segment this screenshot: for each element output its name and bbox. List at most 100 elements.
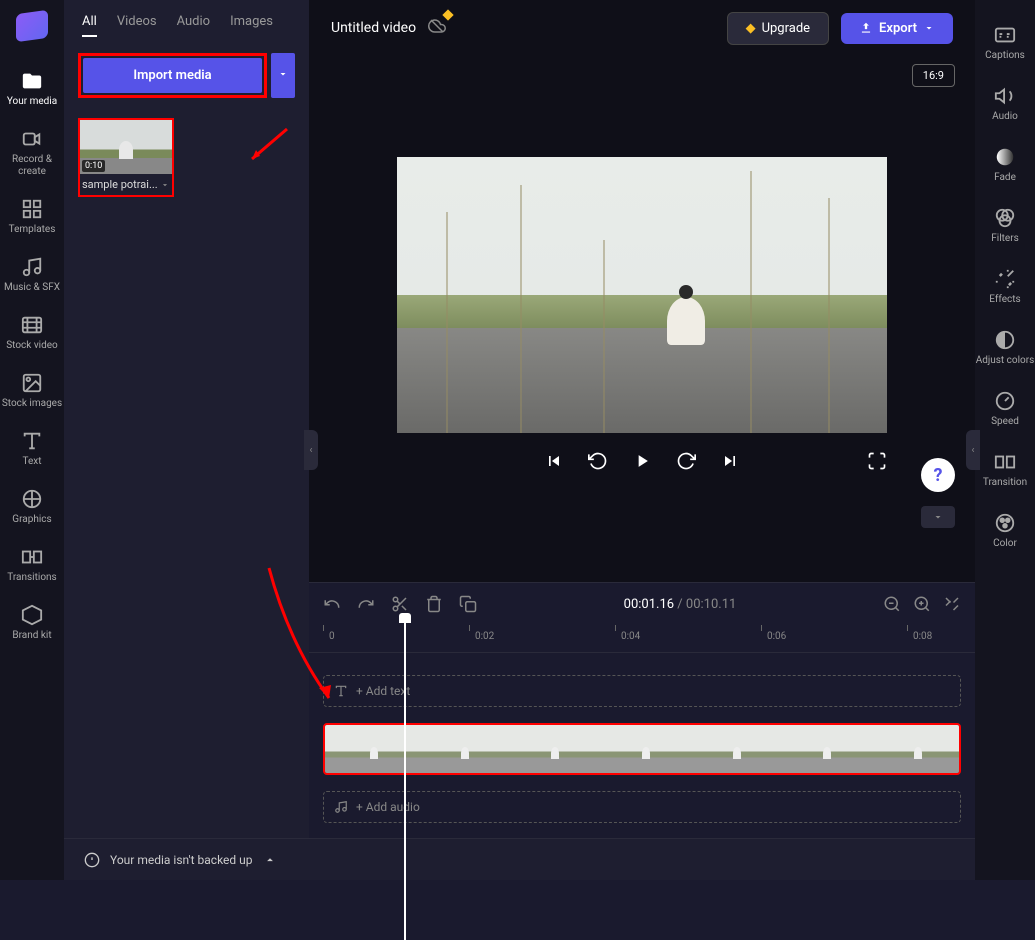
import-dropdown-button[interactable] bbox=[271, 53, 295, 98]
collapse-left-panel-button[interactable]: ‹ bbox=[304, 430, 318, 470]
brand-icon bbox=[21, 604, 43, 626]
zoom-out-icon[interactable] bbox=[883, 595, 901, 613]
sidebar-item-text[interactable]: Text bbox=[0, 420, 64, 478]
timeline-panel: 00:01.16 / 00:10.11 0 0:02 0:04 0:06 0:0… bbox=[309, 582, 975, 880]
left-sidebar: Your media Record & create Templates Mus… bbox=[0, 0, 64, 880]
bottom-bar: Your media isn't backed up bbox=[64, 838, 975, 880]
redo-icon[interactable] bbox=[357, 595, 375, 613]
sidebar-label: Stock images bbox=[2, 398, 62, 410]
timeline-time: 00:01.16 / 00:10.11 bbox=[493, 597, 867, 612]
warning-icon bbox=[84, 852, 100, 868]
sidebar-label: Your media bbox=[7, 96, 57, 108]
music-icon bbox=[334, 800, 348, 814]
sidebar-item-graphics[interactable]: Graphics bbox=[0, 478, 64, 536]
upgrade-button[interactable]: ◆ Upgrade bbox=[727, 12, 829, 45]
sidebar-item-stock-images[interactable]: Stock images bbox=[0, 362, 64, 420]
sidebar-label: Text bbox=[22, 456, 41, 468]
right-item-speed[interactable]: Speed bbox=[975, 378, 1035, 439]
media-panel: All Videos Audio Images Import media 0:1… bbox=[64, 0, 309, 880]
export-button[interactable]: Export bbox=[841, 13, 953, 44]
sidebar-label: Transitions bbox=[7, 572, 56, 584]
timeline-ruler[interactable]: 0 0:02 0:04 0:06 0:08 bbox=[309, 625, 975, 653]
chevron-down-icon[interactable] bbox=[160, 180, 170, 190]
sidebar-item-brand-kit[interactable]: Brand kit bbox=[0, 594, 64, 652]
help-button[interactable]: ? bbox=[921, 458, 955, 492]
sidebar-item-stock-video[interactable]: Stock video bbox=[0, 304, 64, 362]
duplicate-icon[interactable] bbox=[459, 595, 477, 613]
undo-icon[interactable] bbox=[323, 595, 341, 613]
top-bar: Untitled video ◆ Upgrade Export bbox=[309, 0, 975, 56]
playhead[interactable] bbox=[404, 621, 406, 940]
video-preview[interactable] bbox=[397, 157, 887, 433]
center-area: Untitled video ◆ Upgrade Export 16:9 bbox=[309, 0, 975, 880]
sidebar-item-your-media[interactable]: Your media bbox=[0, 60, 64, 118]
thumbnail-image: 0:10 bbox=[80, 120, 172, 174]
right-item-transition[interactable]: Transition bbox=[975, 439, 1035, 500]
text-icon bbox=[334, 684, 348, 698]
right-item-effects[interactable]: Effects bbox=[975, 256, 1035, 317]
color-icon bbox=[994, 512, 1016, 534]
film-icon bbox=[21, 314, 43, 336]
chevron-up-icon[interactable] bbox=[263, 853, 277, 867]
sidebar-label: Graphics bbox=[12, 514, 51, 526]
skip-end-icon[interactable] bbox=[720, 451, 740, 471]
forward-icon[interactable] bbox=[676, 451, 696, 471]
right-item-color[interactable]: Color bbox=[975, 500, 1035, 561]
tab-images[interactable]: Images bbox=[230, 14, 273, 37]
delete-icon[interactable] bbox=[425, 595, 443, 613]
image-icon bbox=[21, 372, 43, 394]
chevron-down-icon bbox=[277, 68, 289, 80]
skip-start-icon[interactable] bbox=[544, 451, 564, 471]
right-item-fade[interactable]: Fade bbox=[975, 134, 1035, 195]
media-tabs: All Videos Audio Images bbox=[64, 0, 309, 45]
sidebar-item-record-create[interactable]: Record & create bbox=[0, 118, 64, 188]
import-media-button[interactable]: Import media bbox=[83, 58, 262, 93]
collapse-right-panel-button[interactable]: ‹ bbox=[966, 430, 980, 470]
app-logo bbox=[16, 10, 48, 42]
aspect-ratio-button[interactable]: 16:9 bbox=[912, 64, 955, 87]
audio-track[interactable]: + Add audio bbox=[323, 791, 961, 823]
thumbnail-duration: 0:10 bbox=[82, 160, 105, 172]
folder-icon bbox=[21, 70, 43, 92]
video-track[interactable] bbox=[323, 723, 961, 775]
sidebar-label: Templates bbox=[9, 224, 56, 236]
right-item-filters[interactable]: Filters bbox=[975, 195, 1035, 256]
right-item-audio[interactable]: Audio bbox=[975, 73, 1035, 134]
camera-icon bbox=[21, 128, 43, 150]
cloud-sync-icon[interactable] bbox=[428, 17, 446, 39]
annotation-arrow-icon bbox=[242, 124, 292, 174]
diamond-icon: ◆ bbox=[746, 21, 756, 36]
text-track[interactable]: + Add text bbox=[323, 675, 961, 707]
captions-icon bbox=[994, 24, 1016, 46]
fullscreen-icon[interactable] bbox=[867, 451, 887, 471]
fade-icon bbox=[994, 146, 1016, 168]
effects-icon bbox=[994, 268, 1016, 290]
playback-controls bbox=[397, 433, 887, 489]
project-title[interactable]: Untitled video bbox=[331, 20, 416, 36]
transition-icon bbox=[994, 451, 1016, 473]
audio-icon bbox=[994, 85, 1016, 107]
sidebar-item-music-sfx[interactable]: Music & SFX bbox=[0, 246, 64, 304]
media-thumbnail[interactable]: 0:10 sample potrai... bbox=[78, 118, 174, 197]
rewind-icon[interactable] bbox=[588, 451, 608, 471]
right-item-adjust-colors[interactable]: Adjust colors bbox=[975, 317, 1035, 378]
sidebar-label: Stock video bbox=[6, 340, 58, 352]
play-icon[interactable] bbox=[632, 451, 652, 471]
expand-panel-button[interactable] bbox=[921, 506, 955, 528]
zoom-in-icon[interactable] bbox=[913, 595, 931, 613]
split-icon[interactable] bbox=[391, 595, 409, 613]
fit-icon[interactable] bbox=[943, 595, 961, 613]
tab-all[interactable]: All bbox=[82, 14, 97, 37]
tab-videos[interactable]: Videos bbox=[117, 14, 157, 37]
tab-audio[interactable]: Audio bbox=[177, 14, 210, 37]
preview-area: 16:9 ? bbox=[309, 56, 975, 582]
right-item-captions[interactable]: Captions bbox=[975, 12, 1035, 73]
sidebar-label: Brand kit bbox=[12, 630, 51, 642]
thumbnail-name: sample potrai... bbox=[80, 174, 172, 195]
right-sidebar: Captions Audio Fade Filters Effects Adju… bbox=[975, 0, 1035, 880]
sidebar-label: Record & create bbox=[0, 154, 64, 178]
sidebar-item-transitions[interactable]: Transitions bbox=[0, 536, 64, 594]
sidebar-item-templates[interactable]: Templates bbox=[0, 188, 64, 246]
chevron-down-icon bbox=[923, 22, 935, 34]
text-icon bbox=[21, 430, 43, 452]
